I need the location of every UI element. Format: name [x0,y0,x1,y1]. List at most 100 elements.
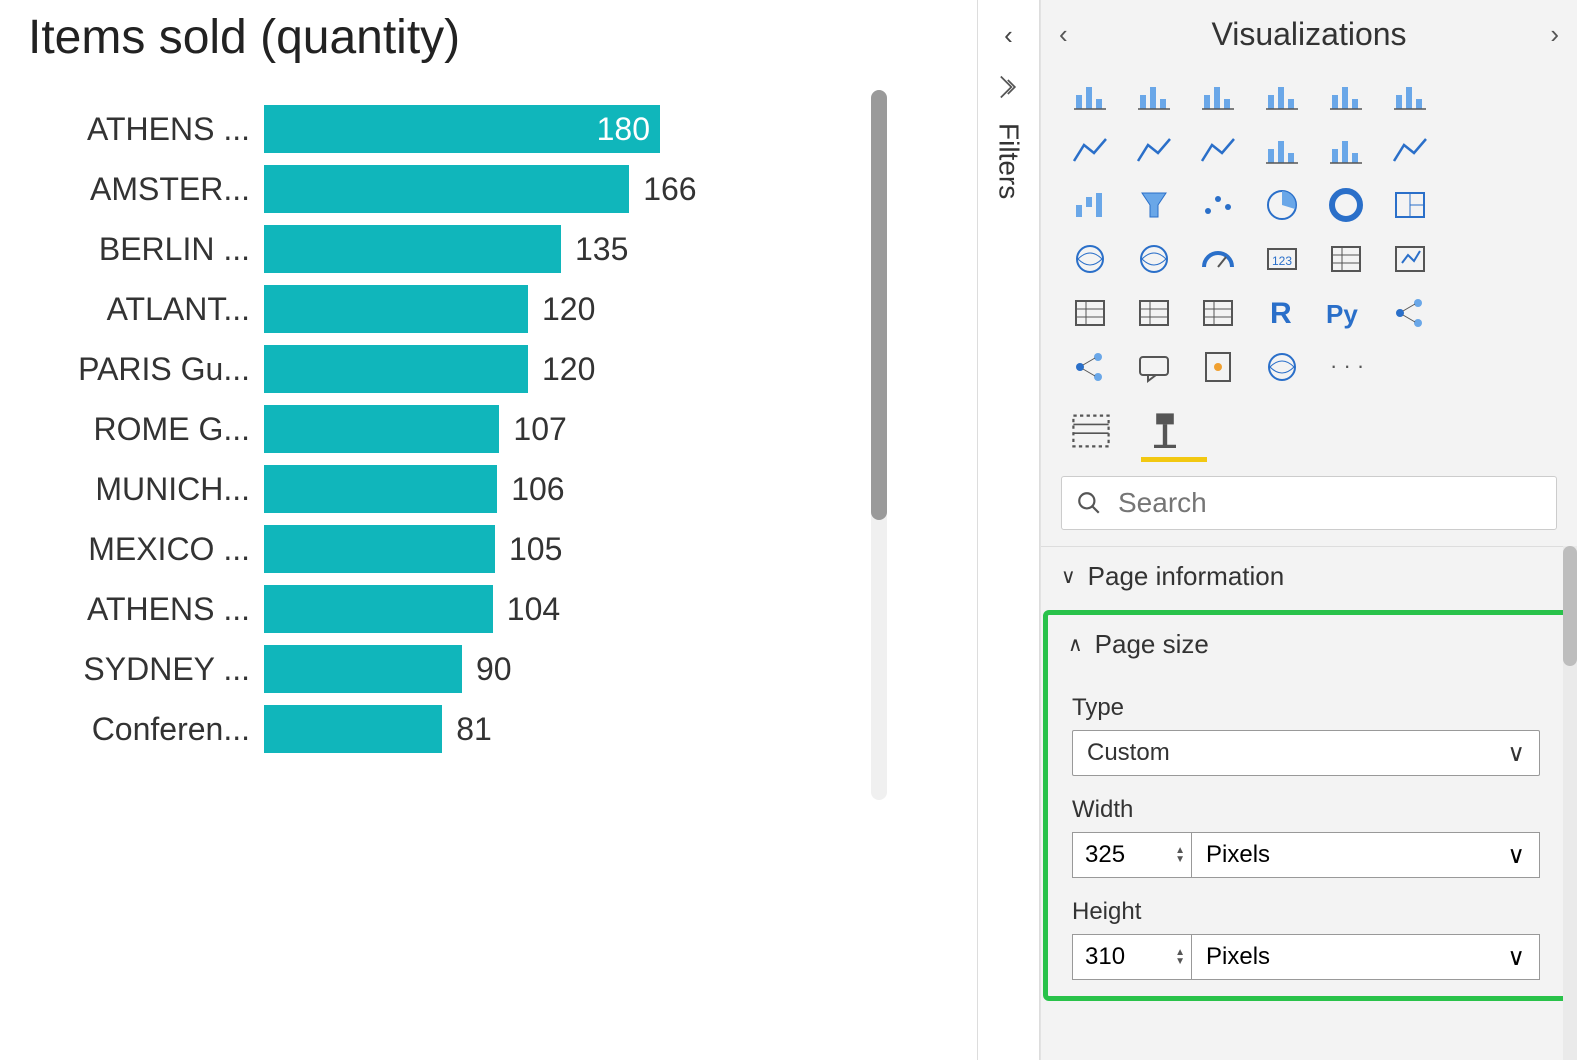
bar-value: 180 [597,111,650,148]
bar-fill[interactable] [264,585,493,633]
viz-ribbon-icon[interactable] [1387,131,1433,171]
viz-map-icon[interactable] [1067,239,1113,279]
viz-line-stacked-icon[interactable] [1323,131,1369,171]
filters-pane-collapsed: ‹ Filters [978,0,1040,1060]
bar-value: 107 [499,405,566,453]
bar-fill[interactable]: 180 [264,105,660,153]
viz-stacked-column-100-icon[interactable] [1387,77,1433,117]
viz-pie-icon[interactable] [1259,185,1305,225]
bar-row: MEXICO ...105 [28,525,957,573]
viz-donut-icon[interactable] [1323,185,1369,225]
chart-scroll-thumb[interactable] [871,90,887,520]
viz-stacked-area-icon[interactable] [1195,131,1241,171]
viz-clustered-bar-icon[interactable] [1259,77,1305,117]
viz-qa-icon[interactable] [1131,347,1177,387]
viz-table-icon[interactable] [1131,293,1177,333]
fields-tab-icon[interactable] [1069,409,1113,453]
filters-label[interactable]: Filters [993,123,1025,199]
bar-track: 107 [264,405,957,453]
viz-stacked-column-icon[interactable] [1195,77,1241,117]
bar-label: MUNICH... [28,471,264,508]
width-value: 325 [1085,841,1125,869]
visualization-gallery: 123 R Py · · · [1041,69,1577,405]
viz-multi-row-card-icon[interactable] [1323,239,1369,279]
page-size-type-dropdown[interactable]: Custom ∨ [1072,730,1540,776]
bar-fill[interactable] [264,405,499,453]
bar-fill[interactable] [264,165,629,213]
viz-collapse-left[interactable]: ‹ [1059,19,1068,50]
width-spinner[interactable]: ▲▼ [1175,847,1185,864]
height-unit-dropdown[interactable]: Pixels ∨ [1192,934,1540,980]
bar-fill[interactable] [264,225,561,273]
bar-fill[interactable] [264,285,528,333]
bar-label: BERLIN ... [28,231,264,268]
visualizations-panel: ‹ Visualizations › 123 R Py · · · [1040,0,1577,1060]
visualizations-title: Visualizations [1211,16,1406,53]
viz-treemap-icon[interactable] [1387,185,1433,225]
filters-icon[interactable] [995,73,1023,101]
viz-r-visual-icon[interactable]: R [1259,293,1305,333]
search-box[interactable] [1061,476,1557,530]
bar-fill[interactable] [264,525,495,573]
viz-scatter-icon[interactable] [1195,185,1241,225]
filters-collapse-chevron[interactable]: ‹ [1004,20,1013,51]
bar-fill[interactable] [264,645,462,693]
bar-track: 90 [264,645,957,693]
bar-row: BERLIN ... 135 [28,225,957,273]
bar-track: 120 [264,285,957,333]
bar-row: PARIS Gu... 120 [28,345,957,393]
viz-waterfall-icon[interactable] [1067,185,1113,225]
bar-value: 106 [497,465,564,513]
viz-more-icon[interactable]: · · · [1323,347,1369,387]
viz-stacked-bar-100-icon[interactable] [1323,77,1369,117]
bar-track: 120 [264,345,957,393]
bar-track: 166 [264,165,957,213]
page-size-section-highlighted: ∧ Page size Type Custom ∨ Width 325 ▲▼ [1043,610,1569,1001]
width-unit-dropdown[interactable]: Pixels ∨ [1192,832,1540,878]
width-input[interactable]: 325 ▲▼ [1072,832,1192,878]
bar-value: 135 [561,225,628,273]
width-label: Width [1072,796,1564,824]
bar-label: PARIS Gu... [28,351,264,388]
page-size-header[interactable]: ∧ Page size [1068,629,1544,660]
height-value: 310 [1085,943,1125,971]
viz-clustered-column-icon[interactable] [1131,77,1177,117]
bar-track: 135 [264,225,957,273]
viz-line-icon[interactable] [1067,131,1113,171]
chart-scrollbar[interactable] [871,90,887,800]
viz-area-icon[interactable] [1131,131,1177,171]
format-tab-icon[interactable] [1143,409,1187,453]
viz-paginated-icon[interactable] [1195,347,1241,387]
panel-scrollbar[interactable] [1563,546,1577,1060]
type-label: Type [1072,694,1564,722]
height-label: Height [1072,898,1564,926]
height-spinner[interactable]: ▲▼ [1175,949,1185,966]
viz-funnel-icon[interactable] [1131,185,1177,225]
panel-scroll-thumb[interactable] [1563,546,1577,666]
viz-filled-map-icon[interactable] [1131,239,1177,279]
viz-collapse-right[interactable]: › [1550,19,1559,50]
chevron-down-icon: ∨ [1061,564,1076,589]
search-input[interactable] [1118,487,1542,519]
viz-decomposition-tree-icon[interactable] [1067,347,1113,387]
viz-matrix-icon[interactable] [1195,293,1241,333]
viz-kpi-icon[interactable] [1387,239,1433,279]
viz-gauge-icon[interactable] [1195,239,1241,279]
height-input[interactable]: 310 ▲▼ [1072,934,1192,980]
bar-track: 81 [264,705,957,753]
bar-label: ATHENS ... [28,111,264,148]
bar-fill[interactable] [264,705,442,753]
viz-python-visual-icon[interactable]: Py [1323,293,1369,333]
bar-fill[interactable] [264,345,528,393]
bar-value: 120 [528,345,595,393]
viz-arcgis-icon[interactable] [1259,347,1305,387]
viz-line-clustered-icon[interactable] [1259,131,1305,171]
chart-area: Items sold (quantity) ATHENS ...180AMSTE… [0,0,977,1060]
page-information-header[interactable]: ∨ Page information [1061,561,1557,592]
viz-card-icon[interactable]: 123 [1259,239,1305,279]
chart-title: Items sold (quantity) [28,10,957,65]
viz-key-influencers-icon[interactable] [1387,293,1433,333]
viz-stacked-bar-icon[interactable] [1067,77,1113,117]
bar-fill[interactable] [264,465,497,513]
viz-slicer-icon[interactable] [1067,293,1113,333]
